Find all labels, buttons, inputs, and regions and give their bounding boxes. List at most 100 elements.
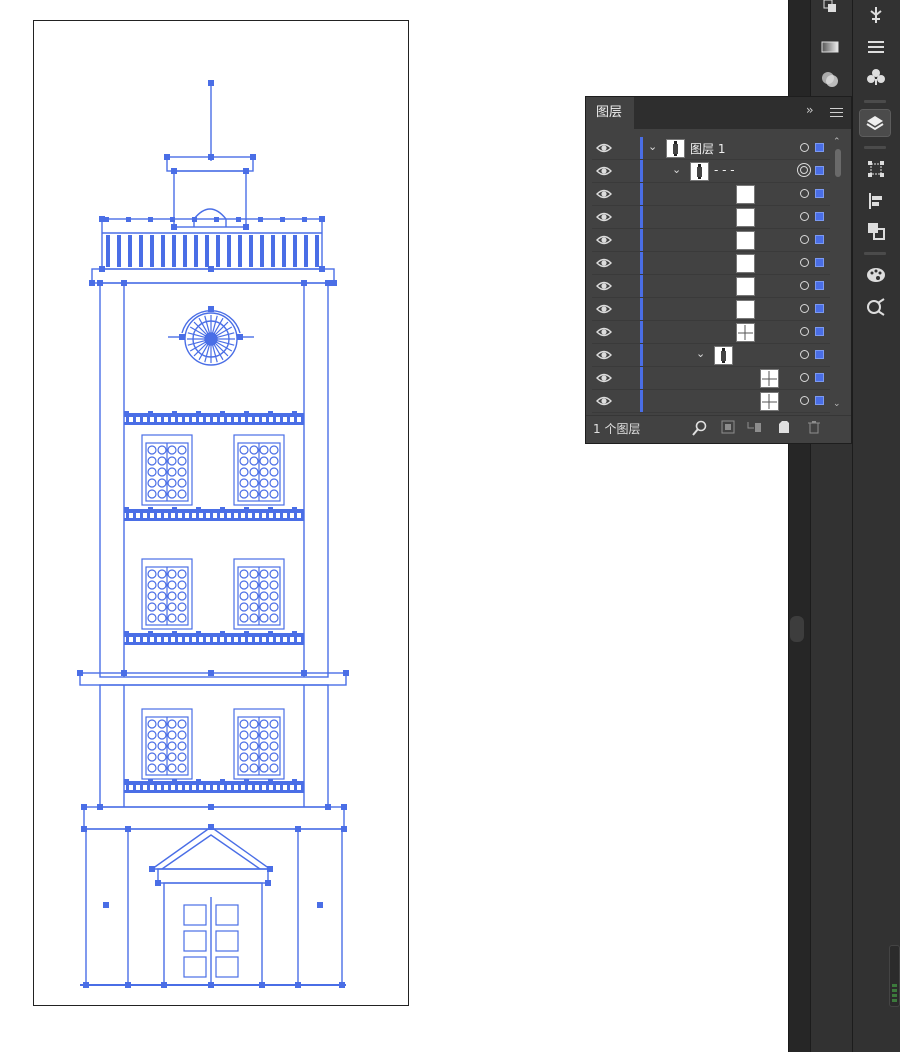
scroll-up-icon[interactable]: ⌃ [833,137,841,147]
transparency-icon[interactable] [816,66,844,92]
layer-thumbnail [736,208,755,227]
artboard[interactable] [33,20,409,1006]
layer-name[interactable]: 图层 1 [690,140,725,157]
stroke-icon[interactable] [862,34,890,60]
gradient-icon[interactable] [816,34,844,60]
layer-row[interactable] [592,390,830,413]
selection-square-icon[interactable] [815,212,824,221]
visibility-eye-icon[interactable] [596,187,612,201]
layer-thumbnail [760,369,779,388]
pathfinder-icon[interactable] [862,218,890,244]
selection-square-icon[interactable] [815,304,824,313]
layer-row[interactable]: ⌄ [592,344,830,367]
selection-square-icon[interactable] [815,235,824,244]
selection-color-bar [640,229,643,251]
target-circle-icon[interactable] [800,396,809,405]
create-new-layer-icon[interactable] [776,420,792,436]
layer-row[interactable]: ⌄ - - - [592,160,830,183]
visibility-eye-icon[interactable] [596,210,612,224]
layer-row[interactable] [592,183,830,206]
target-circle-icon[interactable] [800,304,809,313]
selection-square-icon[interactable] [815,373,824,382]
dock-separator [864,146,886,149]
color-guide-icon[interactable] [862,262,890,288]
layer-thumbnail [690,162,709,181]
target-circle-icon[interactable] [800,143,809,152]
layer-row[interactable] [592,229,830,252]
target-circle-icon[interactable] [800,189,809,198]
selection-square-icon[interactable] [815,189,824,198]
dock-separator [864,252,886,255]
target-circle-icon[interactable] [800,212,809,221]
layer-row[interactable] [592,252,830,275]
layer-count: 1 个图层 [593,422,641,436]
transform-icon[interactable] [862,156,890,182]
layer-row[interactable] [592,321,830,344]
layer-name[interactable]: - - - [714,163,735,177]
locate-object-icon[interactable] [692,420,708,436]
target-circle-icon[interactable] [800,327,809,336]
chevron-down-icon[interactable]: ⌄ [696,347,705,360]
layers-icon[interactable] [859,109,891,137]
symbols-icon[interactable] [862,64,890,90]
visibility-eye-icon[interactable] [596,325,612,339]
make-clipping-mask-icon[interactable] [720,420,736,436]
selection-square-icon[interactable] [815,396,824,405]
layers-list: ⌄ 图层 1 ⌄ - - - ⌄ [592,137,830,413]
panel-menu-icon[interactable] [830,108,843,117]
selection-square-icon[interactable] [815,350,824,359]
target-circle-icon[interactable] [800,281,809,290]
target-circle-icon[interactable] [800,235,809,244]
target-circle-icon[interactable] [797,163,811,177]
selection-color-bar [640,390,643,412]
layer-row[interactable] [592,275,830,298]
selection-color-bar [640,137,643,159]
visibility-eye-icon[interactable] [596,256,612,270]
collapse-panel-button[interactable]: ›› [806,103,813,117]
visibility-eye-icon[interactable] [596,394,612,408]
scrollbar-thumb[interactable] [835,149,841,177]
panel-tab-bar: 图层 ›› [586,97,851,129]
layer-thumbnail [736,231,755,250]
visibility-eye-icon[interactable] [596,348,612,362]
layer-thumbnail [736,185,755,204]
selection-square-icon[interactable] [815,281,824,290]
target-circle-icon[interactable] [800,373,809,382]
puppet-warp-icon[interactable] [862,2,890,28]
selection-color-bar [640,206,643,228]
layer-thumbnail [736,300,755,319]
chevron-down-icon[interactable]: ⌄ [648,140,657,153]
tower-artwork[interactable] [34,21,410,1007]
align-icon[interactable] [862,188,890,214]
create-sublayer-icon[interactable] [746,420,762,436]
layer-row[interactable] [592,298,830,321]
visibility-eye-icon[interactable] [596,141,612,155]
selection-square-icon[interactable] [815,143,824,152]
layer-thumbnail [736,254,755,273]
layers-scrollbar[interactable]: ⌃ ⌄ [832,137,844,413]
selection-square-icon[interactable] [815,166,824,175]
visibility-eye-icon[interactable] [596,164,612,178]
layer-thumbnail [736,323,755,342]
visibility-eye-icon[interactable] [596,302,612,316]
links-icon[interactable] [862,294,890,320]
scroll-down-icon[interactable]: ⌄ [833,399,841,409]
target-circle-icon[interactable] [800,258,809,267]
selection-color-bar [640,298,643,320]
visibility-eye-icon[interactable] [596,279,612,293]
chevron-down-icon[interactable]: ⌄ [672,163,681,176]
visibility-eye-icon[interactable] [596,371,612,385]
visibility-eye-icon[interactable] [596,233,612,247]
layer-row[interactable]: ⌄ 图层 1 [592,137,830,160]
tab-layers[interactable]: 图层 [586,97,634,129]
dock-scroll-knob[interactable] [790,616,804,642]
selection-square-icon[interactable] [815,258,824,267]
layer-row[interactable] [592,206,830,229]
selection-color-bar [640,367,643,389]
selection-color-bar [640,275,643,297]
target-circle-icon[interactable] [800,350,809,359]
layer-row[interactable] [592,367,830,390]
delete-layer-icon[interactable] [806,420,822,436]
selection-square-icon[interactable] [815,327,824,336]
arrange-icon[interactable] [816,0,844,20]
